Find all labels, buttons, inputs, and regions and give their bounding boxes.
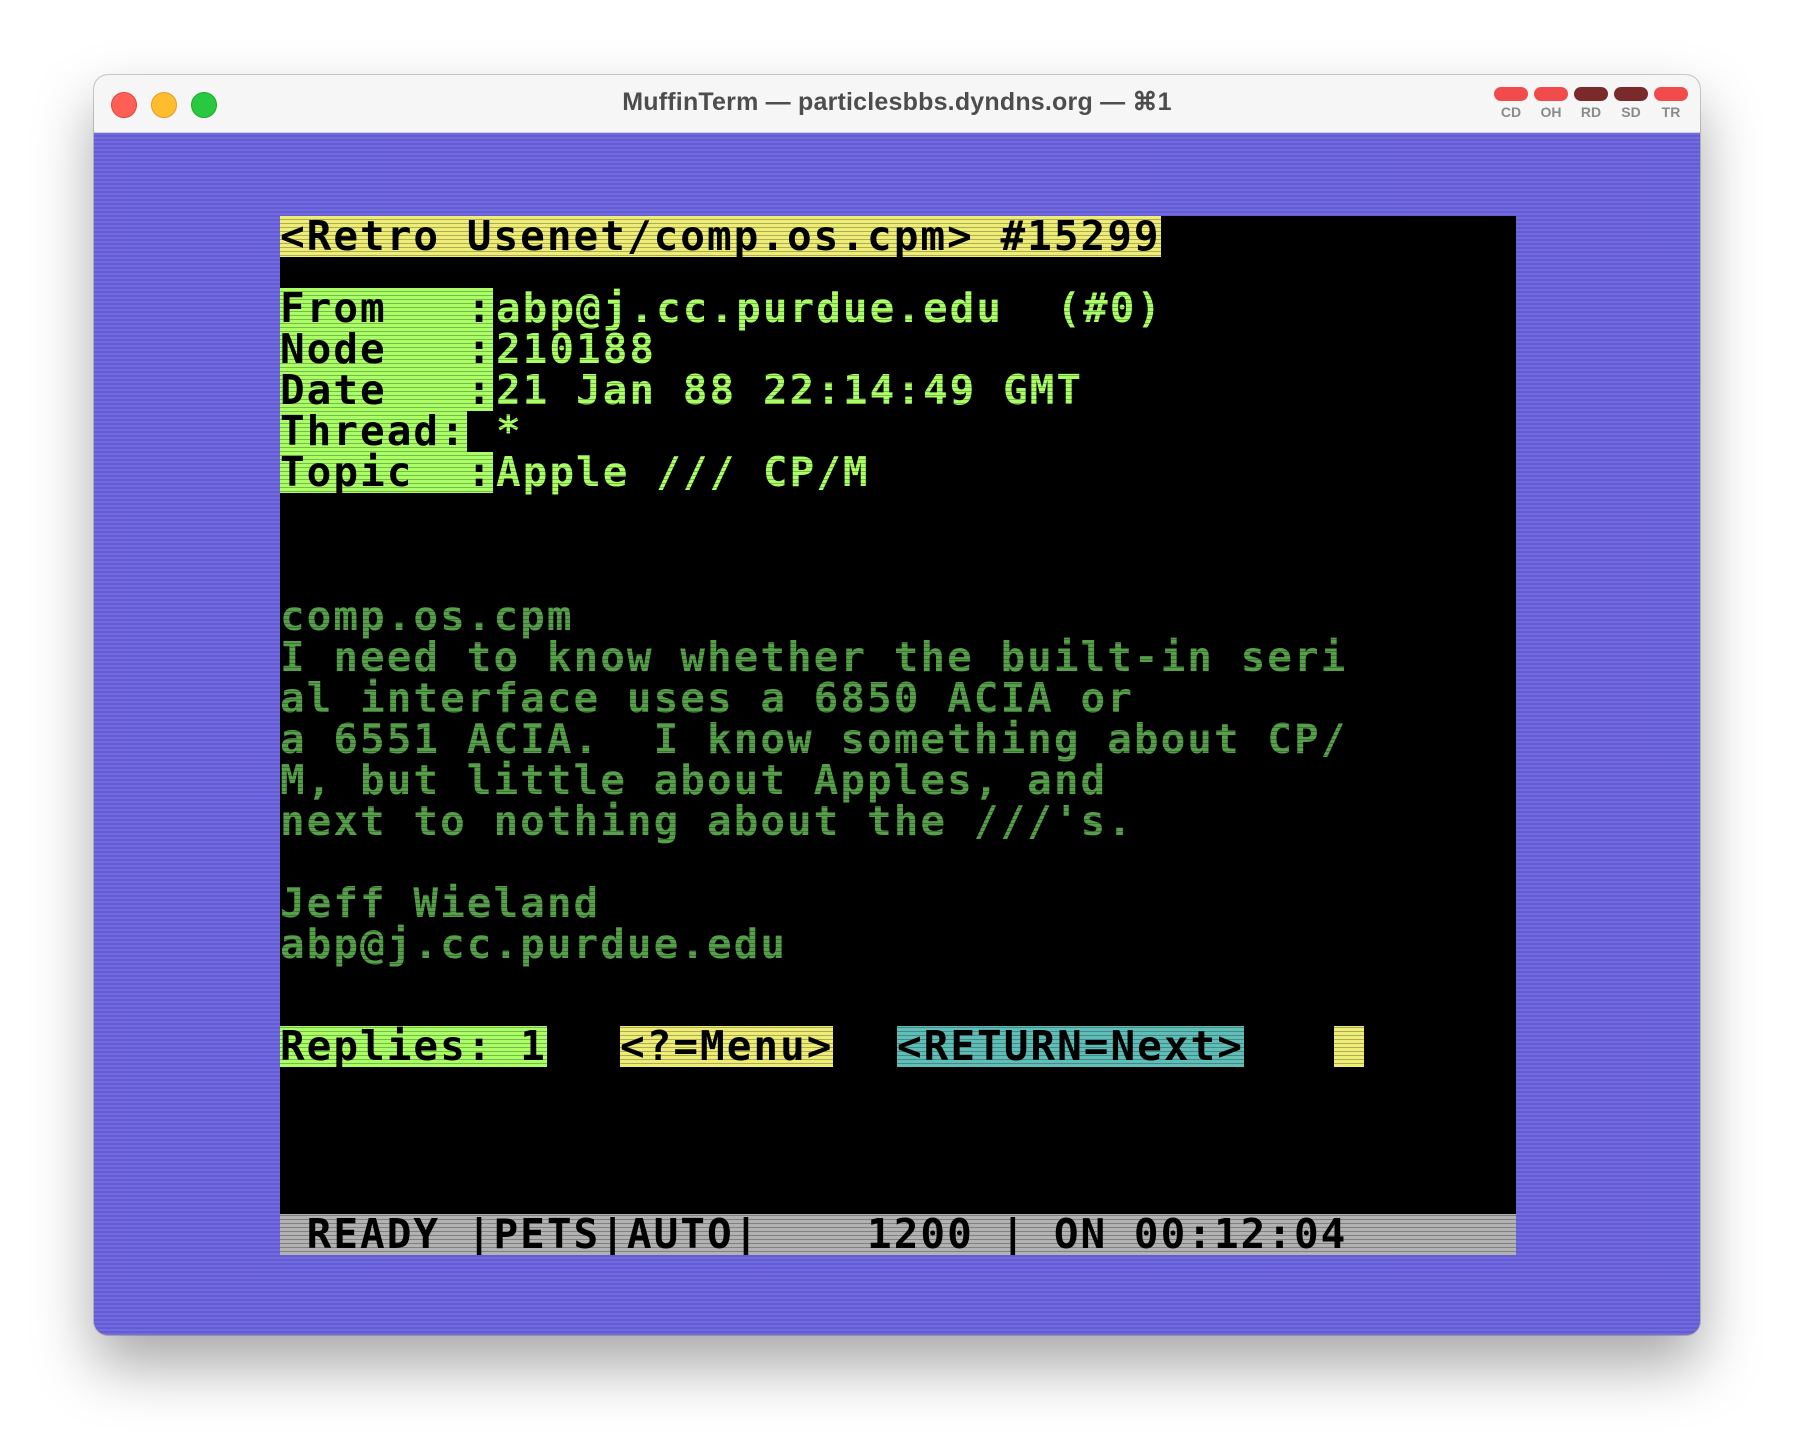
body-line: al interface uses a 6850 ACIA or	[280, 674, 1134, 722]
field-value-thread: *	[496, 407, 523, 455]
led-cd-lamp	[1494, 87, 1528, 101]
modem-status-leds: CD OH RD SD TR	[1494, 87, 1688, 120]
status-bar: READY |PETS|AUTO| 1200 | ON 00:12:04	[280, 1214, 1516, 1255]
body-line: I need to know whether the built-in seri	[280, 633, 1348, 681]
window-title: MuffinTerm — particlesbbs.dyndns.org — ⌘…	[622, 88, 1172, 116]
terminal-screen[interactable]: <Retro Usenet/comp.os.cpm> #15299 From :…	[280, 216, 1516, 1255]
field-label-from: From :	[280, 284, 494, 332]
field-label-node: Node :	[280, 325, 494, 373]
field-value-from: abp@j.cc.purdue.edu (#0)	[496, 284, 1164, 332]
body-line: next to nothing about the ///'s.	[280, 797, 1134, 845]
led-cd: CD	[1494, 87, 1528, 120]
body-line: a 6551 ACIA. I know something about CP/	[280, 715, 1348, 763]
body-line: M, but little about Apples, and	[280, 756, 1108, 804]
menu-prompt[interactable]: <?=Menu>	[620, 1026, 834, 1067]
terminal-window: MuffinTerm — particlesbbs.dyndns.org — ⌘…	[94, 75, 1700, 1335]
replies-count: Replies: 1	[280, 1022, 547, 1070]
led-sd-lamp	[1614, 87, 1648, 101]
led-tr-lamp	[1654, 87, 1688, 101]
led-tr: TR	[1654, 87, 1688, 120]
signature-email: abp@j.cc.purdue.edu	[280, 920, 787, 968]
led-oh-lamp	[1534, 87, 1568, 101]
body-line: comp.os.cpm	[280, 592, 574, 640]
field-value-node: 210188	[496, 325, 657, 373]
led-rd-lamp	[1574, 87, 1608, 101]
signature-name: Jeff Wieland	[280, 879, 601, 927]
led-oh-label: OH	[1540, 104, 1562, 120]
field-label-date: Date :	[280, 366, 494, 414]
led-sd-label: SD	[1621, 104, 1641, 120]
title-bar: MuffinTerm — particlesbbs.dyndns.org — ⌘…	[94, 75, 1700, 133]
led-tr-label: TR	[1661, 104, 1681, 120]
led-cd-label: CD	[1500, 104, 1522, 120]
message-header: <Retro Usenet/comp.os.cpm> #15299	[280, 216, 1161, 260]
led-sd: SD	[1614, 87, 1648, 120]
field-value-topic: Apple /// CP/M	[496, 448, 870, 496]
next-prompt[interactable]: <RETURN=Next>	[897, 1026, 1244, 1067]
text-cursor	[1334, 1026, 1364, 1067]
field-value-date: 21 Jan 88 22:14:49 GMT	[496, 366, 1084, 414]
led-rd-label: RD	[1580, 104, 1602, 120]
field-label-topic: Topic :	[280, 448, 494, 496]
led-rd: RD	[1574, 87, 1608, 120]
led-oh: OH	[1534, 87, 1568, 120]
field-label-thread: Thread:	[280, 407, 467, 455]
